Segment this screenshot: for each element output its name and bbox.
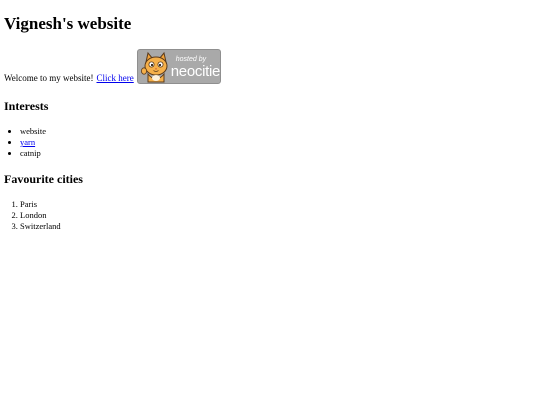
list-item: catnip (20, 148, 46, 159)
favourite-cities-heading: Favourite cities (4, 172, 83, 186)
hosted-by-neocities-badge[interactable]: hosted by neocities (136, 49, 221, 84)
interest-label: website (20, 126, 46, 136)
page-title: Vignesh's website (4, 14, 132, 33)
click-here-link[interactable]: Click here (97, 73, 134, 84)
page: Vignesh's website Welcome to my website!… (0, 0, 540, 405)
favourite-cities-list: Paris London Switzerland (4, 199, 61, 232)
list-item: Paris (20, 199, 61, 210)
interest-link-yarn[interactable]: yarn (20, 137, 35, 147)
list-item: London (20, 210, 61, 221)
list-item: Switzerland (20, 221, 61, 232)
interests-heading: Interests (4, 99, 49, 113)
interests-list: website yarn catnip (4, 126, 46, 159)
list-item: yarn (20, 137, 46, 148)
list-item: website (20, 126, 46, 137)
welcome-text: Welcome to my website! (4, 73, 94, 83)
welcome-line: Welcome to my website! Click here hosted… (4, 48, 221, 84)
neocities-brand-text: neocities (170, 63, 221, 80)
neocities-cat-icon (140, 51, 168, 83)
interest-label: catnip (20, 148, 41, 158)
